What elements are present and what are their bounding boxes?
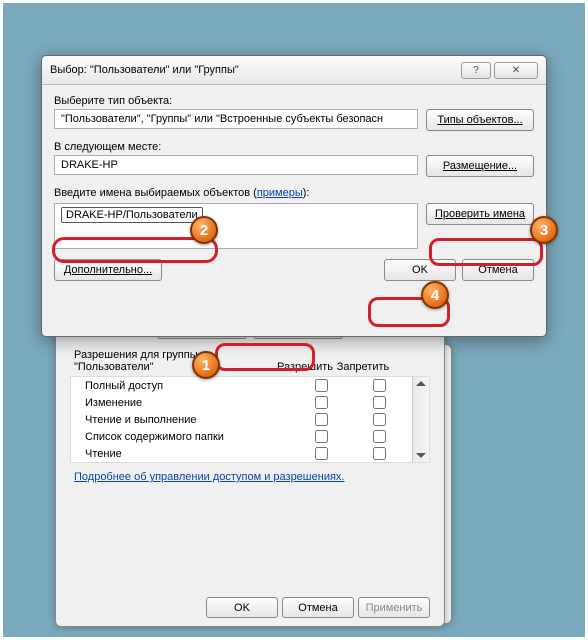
scrollbar[interactable] [412,377,429,462]
permission-row: Полный доступ [71,377,412,394]
dlg-cancel-button[interactable]: Отмена [462,259,534,281]
allow-checkbox[interactable] [315,430,328,443]
allow-checkbox[interactable] [315,379,328,392]
perm-apply-button: Применить [358,597,430,618]
allow-checkbox[interactable] [315,413,328,426]
dialog-title: Выбор: "Пользователи" или "Группы" [50,64,458,76]
marker-3: 3 [530,216,558,244]
deny-checkbox[interactable] [373,379,386,392]
advanced-button[interactable]: Дополнительно... [54,259,162,281]
deny-checkbox[interactable] [373,447,386,460]
location-field: DRAKE-HP [54,155,418,175]
learn-more-link[interactable]: Подробнее об управлении доступом и разре… [74,471,344,483]
permission-name: Полный доступ [75,380,292,392]
deny-checkbox[interactable] [373,396,386,409]
names-label: Введите имена выбираемых объектов (приме… [54,187,534,199]
help-button[interactable]: ? [461,62,491,79]
permission-name: Чтение и выполнение [75,414,292,426]
permission-row: Чтение [71,445,412,462]
perm-cancel-button[interactable]: Отмена [282,597,354,618]
permissions-header: Разрешения для группы "Пользователи" Раз… [70,349,430,376]
dialog-titlebar[interactable]: Выбор: "Пользователи" или "Группы" ? ✕ [42,56,546,85]
object-type-label: Выберите тип объекта: [54,95,534,107]
deny-checkbox[interactable] [373,430,386,443]
allow-checkbox[interactable] [315,396,328,409]
marker-2: 2 [190,216,218,244]
object-types-button[interactable]: Типы объектов... [426,109,534,131]
select-users-dialog: Выбор: "Пользователи" или "Группы" ? ✕ В… [41,55,547,337]
location-label: В следующем месте: [54,141,534,153]
marker-4: 4 [421,281,449,309]
permission-row: Чтение и выполнение [71,411,412,428]
perm-ok-button[interactable]: OK [206,597,278,618]
allow-checkbox[interactable] [315,447,328,460]
permissions-list: Полный доступ Изменение Чтение и выполнени… [70,376,430,463]
object-names-input[interactable]: DRAKE-HP/Пользователи [54,203,418,249]
locations-button[interactable]: Размещение... [426,155,534,177]
permission-row: Изменение [71,394,412,411]
permission-row: Список содержимого папки [71,428,412,445]
close-button[interactable]: ✕ [494,62,538,79]
object-type-field: "Пользователи", "Группы" или "Встроенные… [54,109,418,129]
deny-checkbox[interactable] [373,413,386,426]
permission-name: Список содержимого папки [75,431,292,443]
examples-link[interactable]: примеры [257,187,303,199]
permissions-window: Добавить... Удалить Разрешения для групп… [55,305,445,627]
dlg-ok-button[interactable]: OK [384,259,456,281]
marker-1: 1 [192,351,220,379]
check-names-button[interactable]: Проверить имена [426,203,534,225]
permission-name: Изменение [75,397,292,409]
permission-name: Чтение [75,448,292,460]
